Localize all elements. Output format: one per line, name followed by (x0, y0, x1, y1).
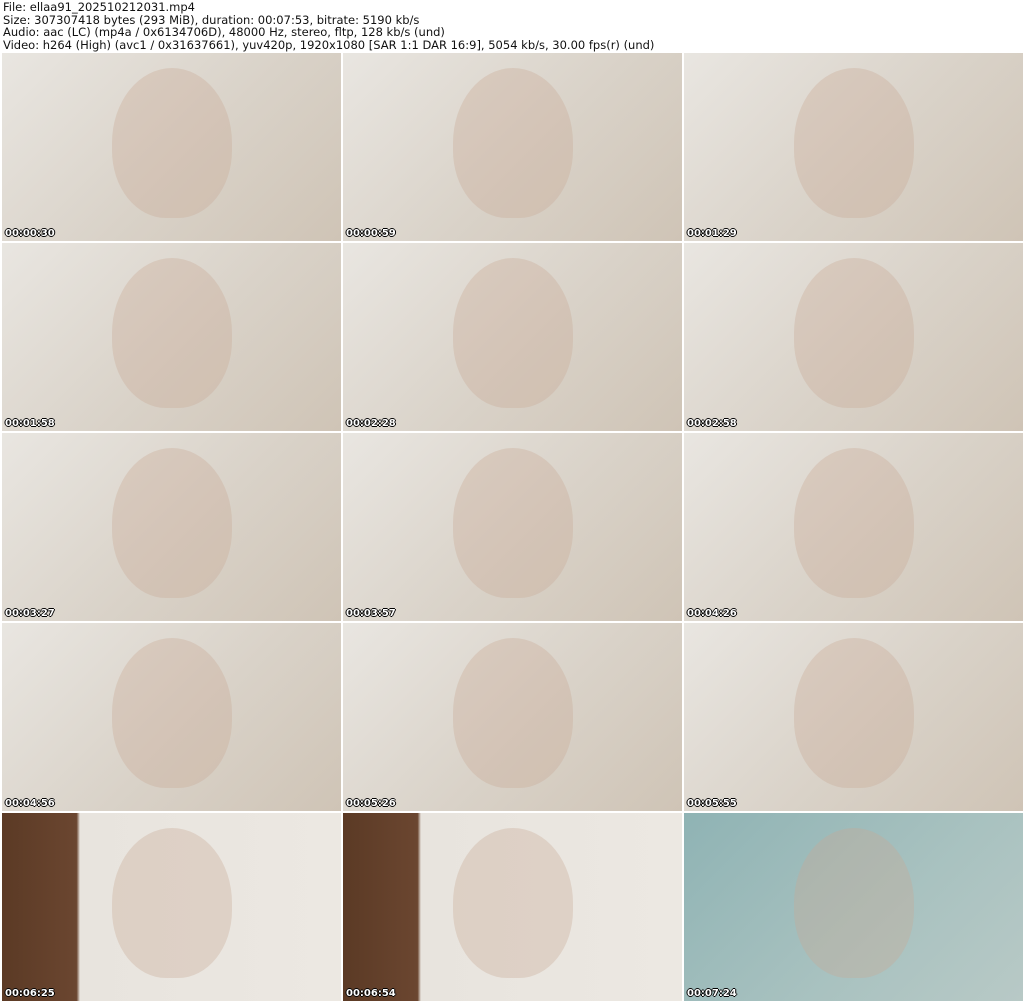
frame-placeholder (793, 638, 914, 789)
timestamp: 00:07:24 (687, 988, 737, 999)
thumbnail: 00:01:58 (2, 243, 341, 431)
thumbnail: 00:07:24 (684, 813, 1023, 1001)
frame-placeholder (111, 828, 232, 979)
timestamp: 00:00:59 (346, 228, 396, 239)
file-info-header: File: ellaa91_202510212031.mp4 Size: 307… (3, 1, 654, 51)
frame-placeholder (793, 258, 914, 409)
thumbnail: 00:02:58 (684, 243, 1023, 431)
thumbnail: 00:06:25 (2, 813, 341, 1001)
frame-placeholder (793, 828, 914, 979)
timestamp: 00:03:27 (5, 608, 55, 619)
frame-placeholder (111, 258, 232, 409)
timestamp: 00:05:55 (687, 798, 737, 809)
timestamp: 00:02:58 (687, 418, 737, 429)
thumbnail: 00:06:54 (343, 813, 682, 1001)
thumbnail: 00:03:27 (2, 433, 341, 621)
timestamp: 00:03:57 (346, 608, 396, 619)
timestamp: 00:05:26 (346, 798, 396, 809)
thumbnail: 00:03:57 (343, 433, 682, 621)
frame-placeholder (452, 258, 573, 409)
frame-placeholder (452, 68, 573, 219)
frame-placeholder (111, 638, 232, 789)
timestamp: 00:01:29 (687, 228, 737, 239)
thumbnail: 00:04:56 (2, 623, 341, 811)
timestamp: 00:00:30 (5, 228, 55, 239)
frame-placeholder (111, 68, 232, 219)
frame-placeholder (793, 448, 914, 599)
thumbnail: 00:05:55 (684, 623, 1023, 811)
timestamp: 00:04:56 (5, 798, 55, 809)
thumbnail: 00:01:29 (684, 53, 1023, 241)
frame-placeholder (111, 448, 232, 599)
thumbnail: 00:00:30 (2, 53, 341, 241)
frame-placeholder (793, 68, 914, 219)
thumbnail: 00:00:59 (343, 53, 682, 241)
file-name: File: ellaa91_202510212031.mp4 (3, 0, 195, 14)
thumbnail: 00:02:28 (343, 243, 682, 431)
timestamp: 00:06:54 (346, 988, 396, 999)
frame-placeholder (452, 448, 573, 599)
frame-placeholder (452, 638, 573, 789)
video-info: Video: h264 (High) (avc1 / 0x31637661), … (3, 37, 655, 52)
thumbnail: 00:05:26 (343, 623, 682, 811)
timestamp: 00:01:58 (5, 418, 55, 429)
thumbnail-grid: 00:00:30 00:00:59 00:01:29 00:01:58 00:0… (2, 53, 1023, 1001)
timestamp: 00:06:25 (5, 988, 55, 999)
timestamp: 00:04:26 (687, 608, 737, 619)
audio-info: Audio: aac (LC) (mp4a / 0x6134706D), 480… (3, 25, 445, 40)
timestamp: 00:02:28 (346, 418, 396, 429)
thumbnail: 00:04:26 (684, 433, 1023, 621)
frame-placeholder (452, 828, 573, 979)
